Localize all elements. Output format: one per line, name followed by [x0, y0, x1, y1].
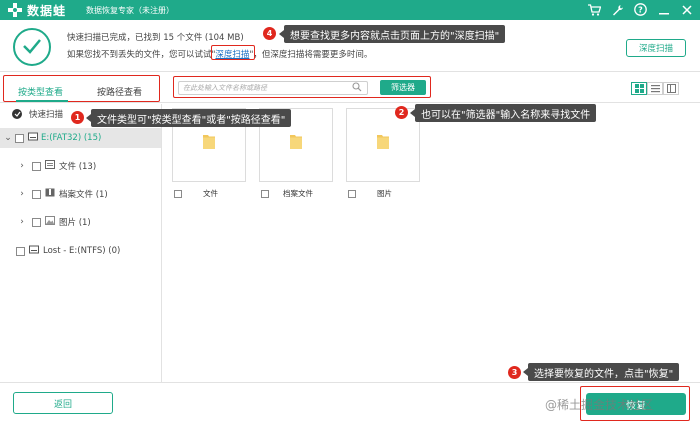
file-grid: 文件 档案文件 图片	[163, 104, 700, 382]
hint-prefix: 如果您找不到丢失的文件，您可以试试"	[67, 50, 216, 60]
footer-bar: 返回 恢复 @稀土掘金技术社区	[0, 382, 700, 427]
tree-item-images[interactable]: › 图片 (1)	[0, 212, 161, 232]
tree-lost-drive-label: Lost - E:(NTFS) (0)	[43, 246, 121, 256]
scan-complete-icon	[13, 28, 51, 66]
tree-item-archives[interactable]: › 档案文件 (1)	[0, 184, 161, 204]
folder-icon	[203, 135, 215, 149]
card-images-checkbox[interactable]	[348, 189, 356, 198]
files-checkbox[interactable]	[32, 161, 41, 171]
scan-status-text: 快速扫描已完成，已找到 15 个文件 (104 MB)	[67, 33, 244, 43]
svg-text:?: ?	[638, 6, 643, 15]
image-icon	[45, 216, 55, 228]
annotation-3-text: 选择要恢复的文件，点击"恢复"	[522, 363, 680, 381]
view-toolbar: 按类型查看 按路径查看 在此处输入文件名称或路径 筛选器	[0, 73, 700, 103]
hint-suffix: "，但深度扫描将需要更多时间。	[249, 50, 373, 60]
folder-icon	[377, 135, 389, 149]
annotation-4-text: 想要查找更多内容就点击页面上方的"深度扫描"	[278, 25, 506, 43]
card-label-archives: 档案文件	[261, 188, 313, 199]
help-icon[interactable]: ?	[633, 2, 648, 17]
annotation-1-text: 文件类型可"按类型查看"或者"按路径查看"	[85, 109, 292, 127]
minimize-icon[interactable]	[656, 2, 671, 17]
card-archives-label: 档案文件	[283, 189, 313, 198]
chevron-right-icon[interactable]: ›	[18, 217, 26, 227]
view-mode-toggles	[631, 82, 679, 95]
tree-item-images-label: 图片 (1)	[59, 218, 91, 228]
cart-icon[interactable]	[587, 2, 602, 17]
tab-by-path[interactable]: 按路径查看	[97, 85, 142, 98]
lost-drive-checkbox[interactable]	[16, 246, 25, 256]
close-icon[interactable]	[679, 2, 694, 17]
file-card-images[interactable]	[346, 108, 420, 182]
title-bar: 数据蛙 数据恢复专家（未注册） ?	[0, 0, 700, 20]
chevron-down-icon[interactable]: ⌄	[4, 133, 12, 143]
card-images-label: 图片	[377, 189, 392, 198]
tree-quick-scan-label: 快速扫描	[29, 110, 64, 120]
annotation-2-text: 也可以在"筛选器"输入名称来寻找文件	[409, 104, 597, 122]
images-checkbox[interactable]	[32, 217, 41, 227]
card-label-images: 图片	[348, 188, 392, 199]
folder-icon	[290, 135, 302, 149]
check-icon	[12, 109, 22, 119]
tree-item-files-label: 文件 (13)	[59, 162, 97, 172]
list-view-icon[interactable]	[647, 82, 663, 95]
wrench-icon[interactable]	[610, 2, 625, 17]
drive-e-checkbox[interactable]	[15, 133, 24, 143]
drive-icon	[29, 245, 39, 257]
app-subtitle: 数据恢复专家（未注册）	[86, 6, 174, 15]
chevron-right-icon[interactable]: ›	[18, 189, 26, 199]
search-icon[interactable]	[352, 82, 362, 95]
filter-button[interactable]: 筛选器	[380, 80, 426, 95]
card-label-files: 文件	[174, 188, 218, 199]
active-tab-indicator	[16, 100, 68, 102]
tree-drive-e-label: E:(FAT32) (15)	[41, 133, 102, 143]
app-name: 数据蛙	[27, 4, 67, 18]
search-input[interactable]: 在此处输入文件名称或路径	[178, 81, 368, 95]
folder-icon	[45, 160, 55, 172]
card-files-checkbox[interactable]	[174, 189, 182, 198]
watermark-text: @稀土掘金技术社区	[545, 398, 654, 412]
annotation-4-number: 4	[263, 27, 276, 40]
annotation-1-number: 1	[71, 111, 84, 124]
tree-item-archives-label: 档案文件 (1)	[59, 190, 108, 200]
chevron-right-icon[interactable]: ›	[18, 161, 26, 171]
back-button[interactable]: 返回	[13, 392, 113, 414]
annotation-2-number: 2	[395, 106, 408, 119]
tree-lost-drive[interactable]: Lost - E:(NTFS) (0)	[0, 241, 161, 261]
card-files-label: 文件	[203, 189, 218, 198]
detail-view-icon[interactable]	[663, 82, 679, 95]
file-tree-sidebar: 快速扫描 ⌄ E:(FAT32) (15) › 文件 (13) › 档案文件 (…	[0, 104, 162, 382]
deep-scan-button[interactable]: 深度扫描	[626, 39, 686, 57]
drive-icon	[28, 132, 38, 144]
app-logo-icon	[8, 3, 22, 17]
archives-checkbox[interactable]	[32, 189, 41, 199]
card-archives-checkbox[interactable]	[261, 189, 269, 198]
tree-drive-e[interactable]: ⌄ E:(FAT32) (15)	[0, 128, 161, 148]
deep-scan-link-highlight	[211, 45, 255, 60]
tree-item-files[interactable]: › 文件 (13)	[0, 156, 161, 176]
archive-icon	[45, 188, 55, 200]
annotation-3-number: 3	[508, 366, 521, 379]
grid-view-icon[interactable]	[631, 82, 647, 95]
tab-by-type[interactable]: 按类型查看	[18, 85, 63, 98]
titlebar-icons: ?	[587, 2, 694, 17]
